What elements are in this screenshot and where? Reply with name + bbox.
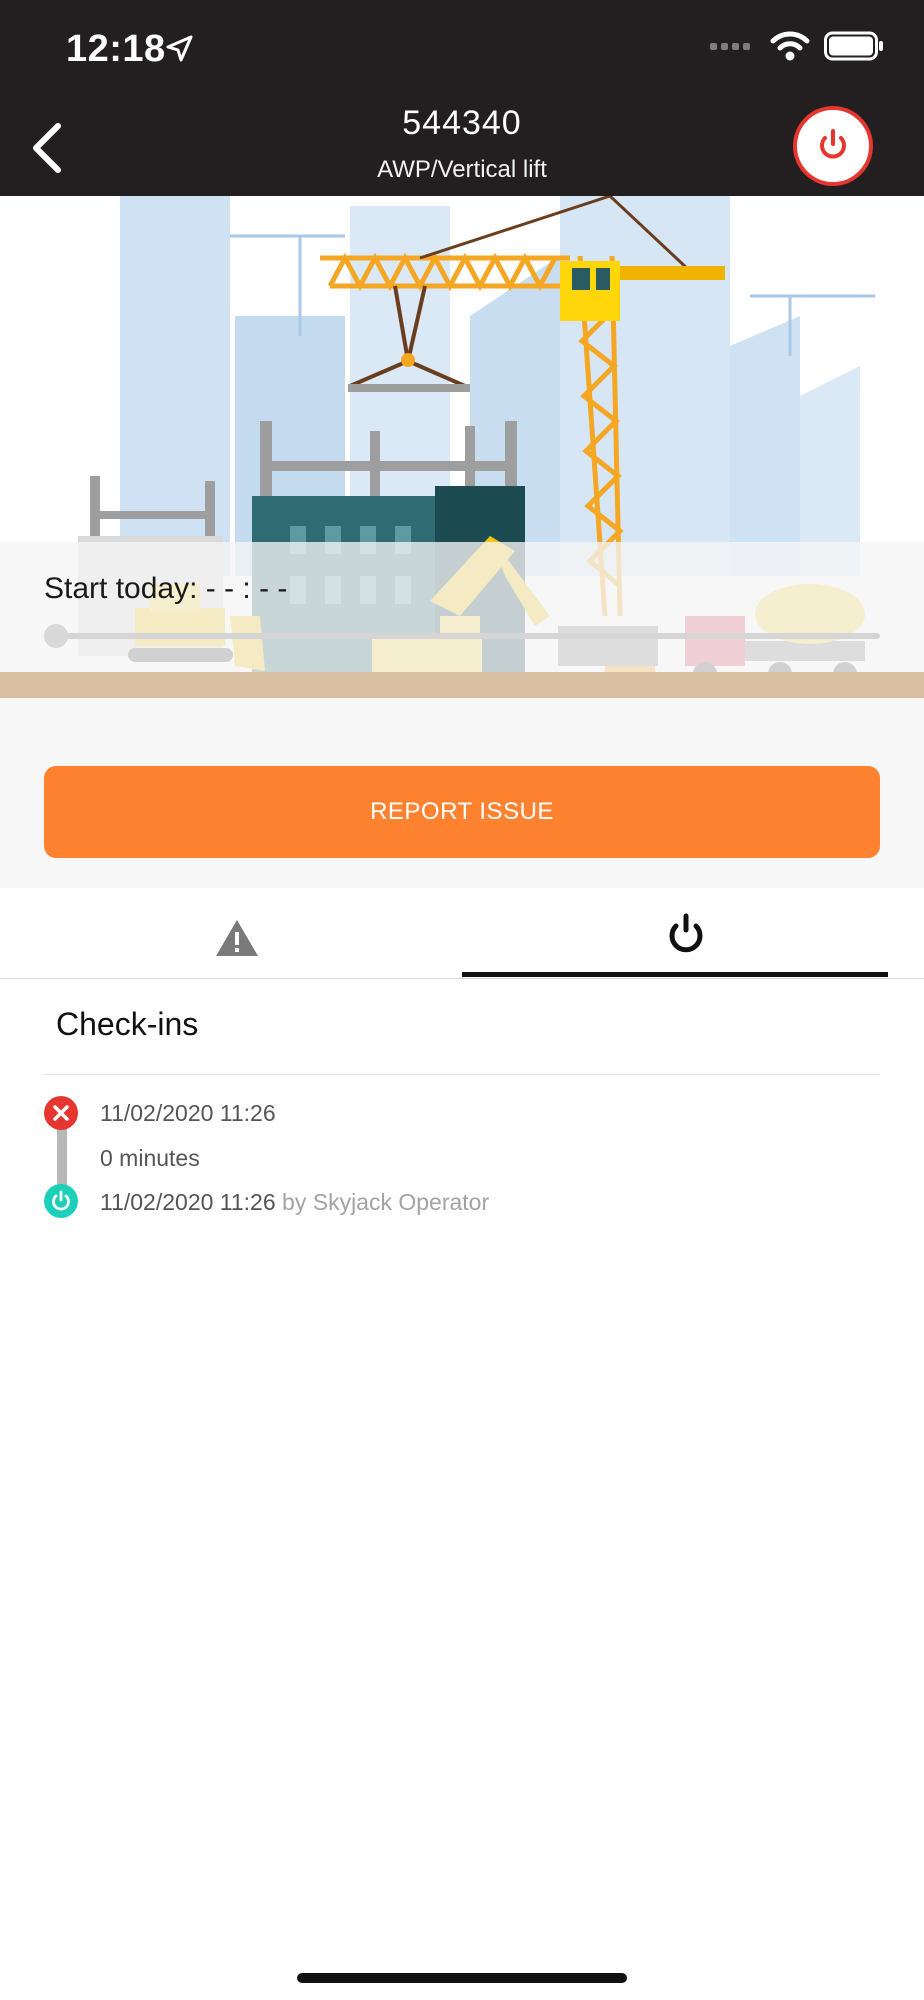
location-arrow-icon [166,35,193,62]
start-today-label: Start today: - - : - - [44,572,288,605]
power-icon [52,1190,70,1211]
check-out-marker [44,1096,78,1130]
top-bar: 12:18 544340 AWP/Vertical lift [0,0,924,196]
tab-check-ins[interactable] [462,888,924,978]
check-in-time: 11/02/2020 11:26 [100,1189,276,1215]
status-indicators [710,30,884,62]
check-in-marker [44,1184,78,1218]
battery-icon [824,31,883,61]
check-ins-title: Check-ins [56,1006,199,1042]
check-in-time-row: 11/02/2020 11:26 by Skyjack Operator [100,1189,489,1216]
page-subtitle: AWP/Vertical lift [377,156,547,183]
start-overlay [0,542,924,678]
page-title: 544340 [402,104,522,142]
tab-bar [0,888,924,979]
status-time: 12:18 [66,28,166,70]
check-in-duration: 0 minutes [100,1145,200,1171]
wifi-icon [770,31,810,61]
shift-progress-track [56,633,880,639]
check-out-button[interactable] [793,106,873,186]
close-icon [53,1105,69,1121]
section-divider [44,1074,880,1075]
shift-progress-knob [44,624,68,648]
home-indicator [297,1973,627,1983]
tab-active-indicator [462,972,888,977]
power-icon [820,129,846,159]
check-in-operator: by Skyjack Operator [282,1189,490,1215]
report-issue-button[interactable]: REPORT ISSUE [44,766,880,858]
power-icon [669,913,703,953]
ground-strip [0,672,924,698]
tab-issues[interactable] [0,888,462,978]
warning-icon [216,920,258,956]
check-out-time: 11/02/2020 11:26 [100,1100,276,1126]
cellular-signal-icon [710,42,750,50]
